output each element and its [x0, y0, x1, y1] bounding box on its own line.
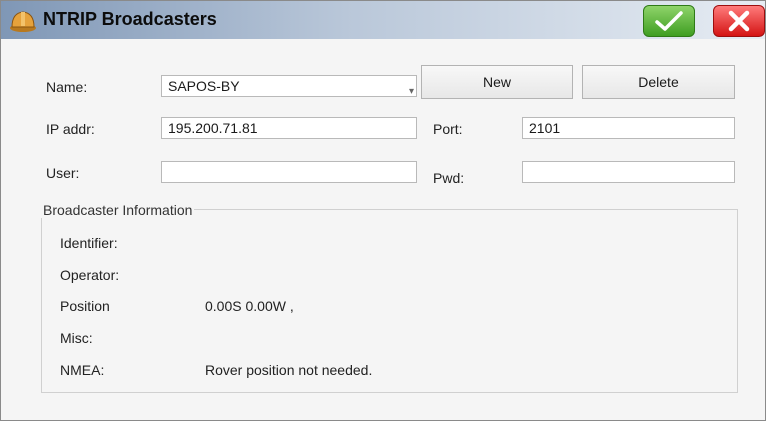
operator-label: Operator:: [60, 267, 120, 283]
user-label: User:: [46, 165, 80, 181]
port-label: Port:: [433, 121, 463, 137]
nmea-label: NMEA:: [60, 362, 105, 378]
ntrip-broadcasters-dialog: NTRIP Broadcasters Name: SAPOS-BY ▾ New …: [0, 0, 766, 421]
ok-button[interactable]: [643, 5, 695, 37]
title-bar: NTRIP Broadcasters: [1, 1, 765, 39]
checkmark-icon: [655, 11, 683, 31]
identifier-label: Identifier:: [60, 235, 118, 251]
name-value: SAPOS-BY: [168, 78, 240, 94]
position-value: 0.00S 0.00W ,: [205, 298, 294, 314]
dialog-title: NTRIP Broadcasters: [43, 9, 217, 29]
dropdown-arrow-icon: ▾: [408, 86, 414, 97]
ip-address-input[interactable]: 195.200.71.81: [161, 117, 417, 139]
misc-label: Misc:: [60, 330, 93, 346]
password-label: Pwd:: [433, 170, 465, 186]
password-input[interactable]: [522, 161, 735, 183]
user-input[interactable]: [161, 161, 417, 183]
position-label: Position: [60, 298, 110, 314]
port-input[interactable]: 2101: [522, 117, 735, 139]
delete-button[interactable]: Delete: [582, 65, 735, 99]
close-x-icon: [728, 10, 750, 32]
name-label: Name:: [46, 79, 88, 95]
nmea-value: Rover position not needed.: [205, 362, 373, 378]
close-button[interactable]: [713, 5, 765, 37]
dialog-content: Name: SAPOS-BY ▾ New Delete IP addr: 195…: [1, 39, 765, 420]
ip-address-label: IP addr:: [46, 121, 95, 137]
hardhat-icon: [10, 11, 36, 32]
broadcaster-info-group: [41, 209, 738, 393]
broadcaster-info-title: Broadcaster Information: [41, 202, 195, 218]
new-button[interactable]: New: [421, 65, 573, 99]
name-dropdown[interactable]: SAPOS-BY ▾: [161, 75, 417, 97]
